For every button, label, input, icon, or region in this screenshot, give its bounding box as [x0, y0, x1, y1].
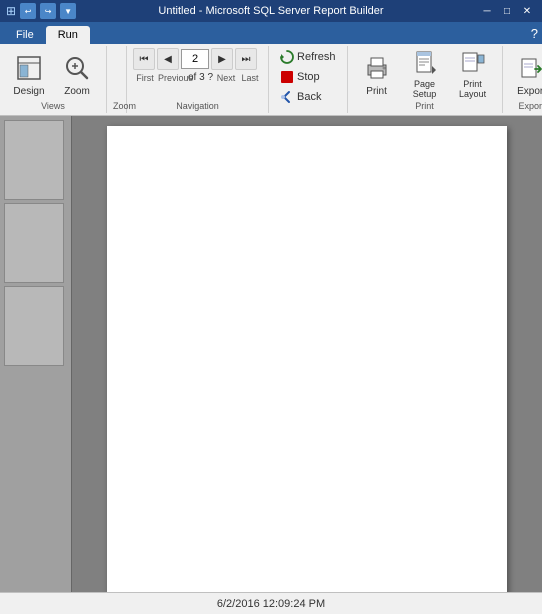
- document-page: [107, 126, 507, 592]
- ribbon-tabs: File Run ?: [0, 22, 542, 44]
- help-icon[interactable]: ?: [531, 26, 538, 41]
- export-label: Export: [517, 86, 542, 97]
- window-controls: ─ □ ✕: [478, 3, 536, 19]
- print-layout-label: PrintLayout: [459, 79, 486, 99]
- thumbnail-panel: [0, 116, 72, 592]
- print-label: Print: [366, 86, 387, 97]
- title-bar: ⊞ ↩ ↪ ▼ Untitled - Microsoft SQL Server …: [0, 0, 542, 22]
- window-title: Untitled - Microsoft SQL Server Report B…: [158, 5, 383, 17]
- ribbon-group-export: Export Export: [503, 46, 542, 113]
- undo-btn[interactable]: ↩: [20, 3, 36, 19]
- views-group-label: Views: [6, 101, 100, 113]
- export-group-label: Export: [509, 101, 542, 113]
- zoom-label: Zoom: [64, 86, 90, 97]
- ribbon: Design Zoom Views Zoom: [0, 44, 542, 116]
- print-layout-icon: [457, 49, 489, 77]
- stop-button[interactable]: Stop: [275, 68, 325, 86]
- first-label: First: [134, 73, 156, 83]
- nav-row-top: ⏮ ◀ ▶ ⏭: [133, 48, 262, 70]
- close-btn[interactable]: ✕: [518, 3, 536, 19]
- print-icon: [361, 52, 393, 84]
- main-area: [0, 116, 542, 592]
- ribbon-group-views: Design Zoom Views: [0, 46, 107, 113]
- refresh-label: Refresh: [297, 51, 336, 63]
- stop-icon: [280, 70, 294, 84]
- previous-label: Previous: [158, 73, 186, 83]
- title-bar-left: ⊞ ↩ ↪ ▼: [6, 3, 76, 19]
- print-layout-button[interactable]: PrintLayout: [450, 48, 496, 100]
- export-icon: [516, 52, 542, 84]
- back-button[interactable]: Back: [275, 88, 326, 106]
- redo-btn[interactable]: ↪: [40, 3, 56, 19]
- page-setup-button[interactable]: PageSetup: [402, 48, 448, 100]
- refresh-icon: [280, 50, 294, 64]
- ribbon-group-print: Print PageSetup: [348, 46, 503, 113]
- page-of-text: of 3 ?: [188, 72, 213, 83]
- ribbon-group-zoom: Zoom: [107, 46, 127, 113]
- views-content: Design Zoom: [6, 48, 100, 101]
- navigation-group-label: Navigation: [133, 101, 262, 113]
- page-number-input[interactable]: [181, 49, 209, 69]
- export-button[interactable]: Export: [509, 48, 542, 100]
- next-label: Next: [215, 73, 237, 83]
- page-setup-icon: [409, 49, 441, 77]
- customize-btn[interactable]: ▼: [60, 3, 76, 19]
- ribbon-group-actions: Refresh Stop Back: [269, 46, 348, 113]
- previous-button[interactable]: ◀: [157, 48, 179, 70]
- thumbnail-page-3[interactable]: [4, 286, 64, 366]
- zoom-button[interactable]: Zoom: [54, 48, 100, 100]
- zoom-group-label: Zoom: [113, 101, 120, 113]
- first-button[interactable]: ⏮: [133, 48, 155, 70]
- last-label: Last: [239, 73, 261, 83]
- design-icon: [13, 52, 45, 84]
- nav-row-labels: First Previous of 3 ? Next Last: [133, 72, 262, 83]
- zoom-icon: [61, 52, 93, 84]
- back-label: Back: [297, 91, 321, 103]
- ribbon-group-navigation: ⏮ ◀ ▶ ⏭ First Previous of 3 ? Next Last …: [127, 46, 269, 113]
- thumbnail-page-1[interactable]: [4, 120, 64, 200]
- thumbnail-page-2[interactable]: [4, 203, 64, 283]
- status-text: 6/2/2016 12:09:24 PM: [217, 598, 325, 610]
- design-button[interactable]: Design: [6, 48, 52, 100]
- print-button[interactable]: Print: [354, 48, 400, 100]
- minimize-btn[interactable]: ─: [478, 3, 496, 19]
- refresh-button[interactable]: Refresh: [275, 48, 341, 66]
- stop-label: Stop: [297, 71, 320, 83]
- maximize-btn[interactable]: □: [498, 3, 516, 19]
- print-group-label: Print: [354, 101, 496, 113]
- tab-file[interactable]: File: [4, 26, 46, 44]
- status-bar: 6/2/2016 12:09:24 PM: [0, 592, 542, 614]
- design-label: Design: [13, 86, 44, 97]
- nav-content: ⏮ ◀ ▶ ⏭ First Previous of 3 ? Next Last: [133, 48, 262, 101]
- tab-run[interactable]: Run: [46, 26, 90, 44]
- document-area: [72, 116, 542, 592]
- back-icon: [280, 90, 294, 104]
- page-setup-label: PageSetup: [413, 79, 437, 99]
- last-button[interactable]: ⏭: [235, 48, 257, 70]
- next-button[interactable]: ▶: [211, 48, 233, 70]
